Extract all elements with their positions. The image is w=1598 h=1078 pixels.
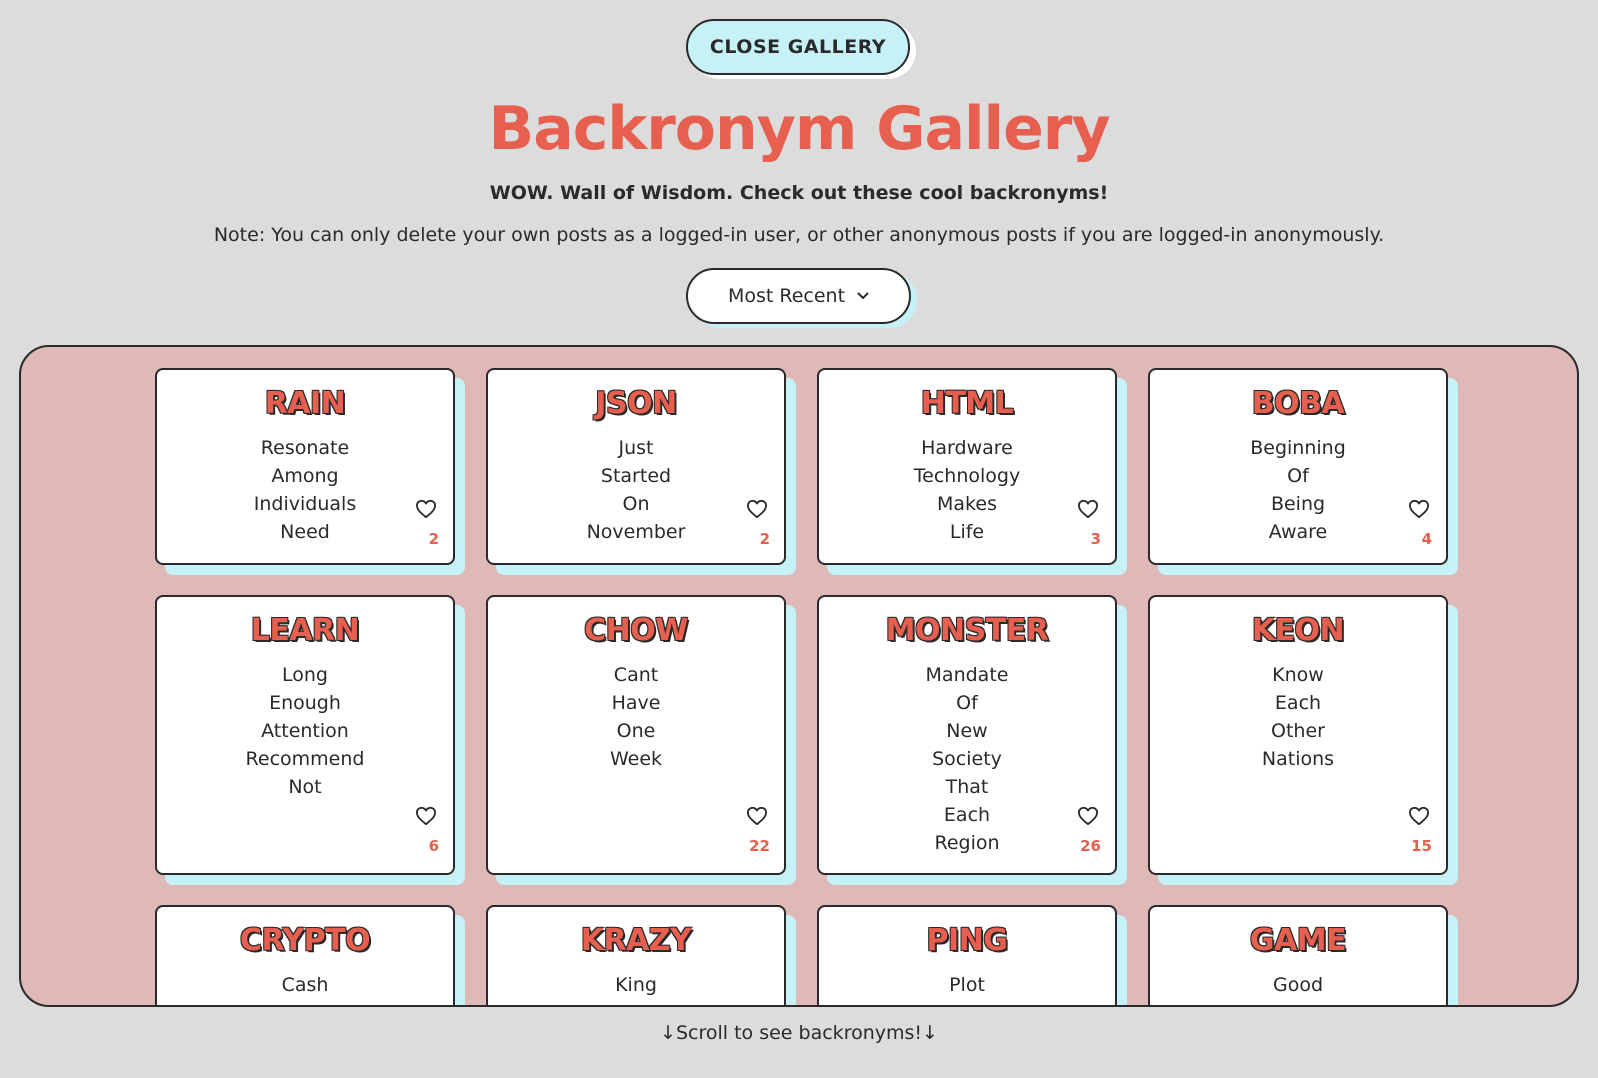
expansion-word: Among [271, 465, 339, 487]
expansion-word: Good [1272, 974, 1324, 996]
card-acronym: JSON [595, 386, 677, 421]
expansion-word: King [615, 974, 657, 996]
backronym-card[interactable]: JSON Just Started On November 2 [486, 368, 786, 565]
delete-note: Note: You can only delete your own posts… [213, 224, 1385, 246]
card-expansion: Good [1150, 971, 1446, 999]
backronym-card[interactable]: BOBA Beginning Of Being Aware 4 [1148, 368, 1448, 565]
expansion-word: Plot [949, 974, 985, 996]
expansion-word: Recommend [245, 748, 365, 770]
expansion-word: Not [288, 776, 322, 798]
backronym-card[interactable]: KEON Know Each Other Nations 15 [1148, 595, 1448, 875]
card-expansion: King [488, 971, 784, 999]
backronym-card[interactable]: CRYPTO Cash [155, 905, 455, 1005]
backronym-card[interactable]: RAIN Resonate Among Individuals Need 2 [155, 368, 455, 565]
page-subtitle: WOW. Wall of Wisdom. Check out these coo… [489, 182, 1109, 204]
backronym-card[interactable]: GAME Good [1148, 905, 1448, 1005]
expansion-word: On [622, 493, 650, 515]
card-acronym: LEARN [250, 613, 360, 648]
like-count: 15 [1411, 837, 1432, 855]
expansion-word: Individuals [253, 493, 357, 515]
expansion-word: Enough [269, 692, 341, 714]
card-expansion: Cash [157, 971, 453, 999]
sort-select[interactable]: Most Recent [686, 268, 911, 324]
expansion-word: Nations [1261, 748, 1335, 770]
card-expansion: Cant Have One Week [488, 661, 784, 773]
card-acronym: KEON [1251, 613, 1345, 648]
expansion-word: Resonate [260, 437, 350, 459]
card-expansion: Know Each Other Nations [1150, 661, 1446, 773]
expansion-word: Of [1287, 465, 1309, 487]
expansion-word: Mandate [925, 664, 1009, 686]
backronym-gallery[interactable]: RAIN Resonate Among Individuals Need 2 JSON Jus… [19, 345, 1579, 1007]
heart-icon[interactable] [1408, 499, 1432, 521]
heart-icon[interactable] [415, 499, 439, 521]
expansion-word: Attention [261, 720, 349, 742]
expansion-word: Week [609, 748, 663, 770]
card-acronym: RAIN [264, 386, 346, 421]
card-expansion: Plot [819, 971, 1115, 999]
scroll-hint: ↓Scroll to see backronyms!↓ [660, 1022, 938, 1044]
expansion-word: Technology [913, 465, 1021, 487]
card-acronym: GAME [1249, 923, 1347, 958]
expansion-word: Know [1272, 664, 1324, 686]
close-gallery-button[interactable]: CLOSE GALLERY [686, 19, 910, 75]
heart-icon[interactable] [746, 806, 770, 828]
expansion-word: Each [943, 804, 991, 826]
like-count: 2 [759, 530, 770, 548]
like-count: 2 [428, 530, 439, 548]
like-count: 3 [1090, 530, 1101, 548]
like-count: 6 [428, 837, 439, 855]
expansion-word: Cash [281, 974, 329, 996]
heart-icon[interactable] [1077, 806, 1101, 828]
card-acronym: MONSTER [885, 613, 1049, 648]
heart-icon[interactable] [1408, 806, 1432, 828]
expansion-word: Other [1271, 720, 1325, 742]
expansion-word: Being [1270, 493, 1326, 515]
expansion-word: Makes [937, 493, 997, 515]
expansion-word: Each [1274, 692, 1322, 714]
expansion-word: Long [282, 664, 328, 686]
backronym-card[interactable]: LEARN Long Enough Attention Recommend Not 6 [155, 595, 455, 875]
backronym-card[interactable]: PING Plot [817, 905, 1117, 1005]
expansion-word: Started [600, 465, 672, 487]
card-expansion: Long Enough Attention Recommend Not [157, 661, 453, 801]
backronym-card[interactable]: KRAZY King [486, 905, 786, 1005]
like-count: 4 [1421, 530, 1432, 548]
heart-icon[interactable] [415, 806, 439, 828]
heart-icon[interactable] [746, 499, 770, 521]
expansion-word: Just [618, 437, 654, 459]
like-count: 26 [1080, 837, 1101, 855]
card-acronym: HTML [920, 386, 1014, 421]
expansion-word: One [616, 720, 656, 742]
card-acronym: CHOW [584, 613, 688, 648]
card-acronym: CRYPTO [239, 923, 371, 958]
expansion-word: Cant [613, 664, 659, 686]
backronym-card[interactable]: HTML Hardware Technology Makes Life 3 [817, 368, 1117, 565]
card-acronym: BOBA [1251, 386, 1345, 421]
gallery-page: CLOSE GALLERY Backronym Gallery WOW. Wal… [0, 0, 1598, 1078]
expansion-word: Society [932, 748, 1002, 770]
chevron-down-icon [857, 289, 869, 303]
expansion-word: That [945, 776, 989, 798]
expansion-word: Hardware [921, 437, 1013, 459]
expansion-word: Of [956, 692, 978, 714]
heart-icon[interactable] [1077, 499, 1101, 521]
like-count: 22 [749, 837, 770, 855]
expansion-word: New [946, 720, 988, 742]
expansion-word: Have [611, 692, 661, 714]
card-acronym: PING [926, 923, 1008, 958]
sort-selected-value: Most Recent [727, 285, 846, 307]
backronym-card[interactable]: CHOW Cant Have One Week 22 [486, 595, 786, 875]
backronym-card[interactable]: MONSTER Mandate Of New Society That Each Region… [817, 595, 1117, 875]
card-acronym: KRAZY [580, 923, 692, 958]
expansion-word: Beginning [1250, 437, 1346, 459]
card-expansion: Mandate Of New Society That Each Region [819, 661, 1115, 857]
page-title: Backronym Gallery [488, 94, 1111, 164]
